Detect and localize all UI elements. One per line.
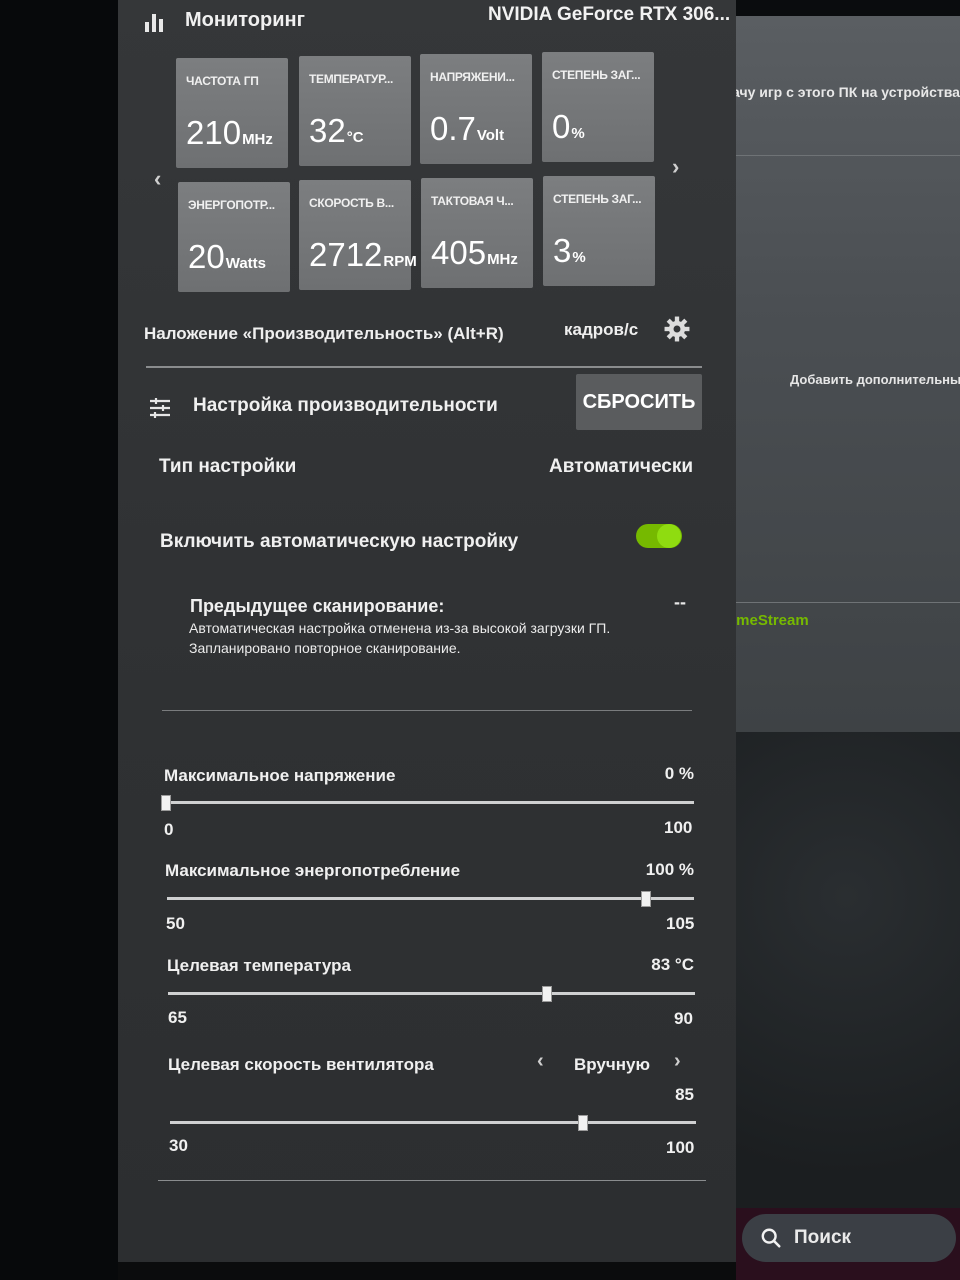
background-divider	[732, 602, 960, 603]
gear-icon[interactable]	[664, 316, 690, 342]
overlay-mode-value[interactable]: кадров/с	[564, 320, 638, 340]
target-temp-label: Целевая температура	[167, 956, 351, 975]
fan-speed-label: Целевая скорость вентилятора	[168, 1055, 434, 1074]
background-stream-text: ачу игр с этого ПК на устройства SH	[732, 84, 960, 100]
taskbar-search-box[interactable]: Поиск	[742, 1214, 956, 1262]
max-power-track[interactable]	[167, 897, 694, 900]
tile-label: ЧАСТОТА ГП	[186, 74, 259, 88]
tuning-type-label: Тип настройки	[159, 456, 297, 477]
scan-status: --	[674, 592, 686, 612]
tile-fan-speed[interactable]: СКОРОСТЬ В... 2712RPM	[299, 180, 417, 290]
section-divider	[146, 366, 702, 368]
chevron-right-icon[interactable]: ›	[672, 154, 679, 180]
tile-gpu-clock[interactable]: ЧАСТОТА ГП 210MHz	[176, 58, 288, 168]
desktop-background	[732, 732, 960, 1280]
chevron-left-icon[interactable]: ‹	[154, 166, 161, 192]
section-divider	[162, 710, 692, 711]
chevron-right-icon[interactable]: ›	[674, 1050, 681, 1073]
target-temp-slider-thumb[interactable]	[542, 986, 553, 1002]
tile-temperature[interactable]: ТЕМПЕРАТУР... 32°C	[299, 56, 411, 166]
tile-voltage[interactable]: НАПРЯЖЕНИ... 0.7Volt	[420, 54, 532, 164]
fan-speed-slider-thumb[interactable]	[578, 1115, 589, 1131]
background-top-strip	[732, 0, 960, 16]
section-divider	[158, 1180, 706, 1181]
overlay-label: Наложение «Производительность» (Alt+R)	[144, 324, 504, 343]
max-power-value: 100 %	[645, 860, 694, 879]
search-icon	[761, 1228, 781, 1248]
target-temp-min: 65	[168, 1008, 187, 1027]
fan-speed-value: 85	[675, 1085, 694, 1104]
max-voltage-track[interactable]	[166, 801, 694, 804]
gamestream-link[interactable]: imeStream	[732, 612, 809, 629]
tile-label: ЭНЕРГОПОТР...	[188, 198, 275, 212]
tile-value: 0.7Volt	[430, 110, 505, 147]
tile-label: НАПРЯЖЕНИ...	[430, 70, 515, 84]
screen-bezel	[0, 0, 118, 1280]
tile-value: 20Watts	[188, 238, 266, 275]
background-add-button[interactable]: Добавить дополнительны	[790, 372, 960, 387]
tuning-title: Настройка производительности	[193, 395, 498, 416]
fan-speed-max: 100	[666, 1138, 695, 1157]
tuning-type-value[interactable]: Автоматически	[549, 456, 693, 478]
auto-tune-label: Включить автоматическую настройку	[160, 531, 519, 552]
scan-message-line2: Запланировано повторное сканирование.	[189, 640, 461, 656]
target-temp-value: 83 °C	[651, 955, 694, 974]
max-power-slider-thumb[interactable]	[641, 891, 652, 907]
fan-mode-value[interactable]: Вручную	[574, 1055, 650, 1075]
max-power-max: 105	[666, 914, 695, 933]
max-voltage-value: 0 %	[664, 764, 694, 783]
background-window: ачу игр с этого ПК на устройства SH Доба…	[732, 0, 960, 1280]
tile-value: 2712RPM	[309, 236, 417, 273]
tile-label: ТАКТОВАЯ Ч...	[431, 194, 514, 208]
target-temp-max: 90	[674, 1009, 693, 1028]
scan-title: Предыдущее сканирование:	[190, 596, 445, 616]
bar-chart-icon	[145, 14, 163, 32]
max-voltage-label: Максимальное напряжение	[164, 766, 396, 785]
tile-value: 405MHz	[431, 234, 518, 271]
max-power-min: 50	[166, 914, 185, 933]
tile-memory-clock[interactable]: ТАКТОВАЯ Ч... 405MHz	[421, 178, 533, 288]
tile-label: СКОРОСТЬ В...	[309, 196, 394, 210]
tile-value: 0%	[552, 108, 585, 145]
tile-value: 3%	[553, 232, 586, 269]
tile-power[interactable]: ЭНЕРГОПОТР... 20Watts	[178, 182, 290, 292]
panel-bottom-edge	[118, 1262, 736, 1280]
target-temp-track[interactable]	[168, 992, 695, 995]
max-voltage-min: 0	[164, 820, 174, 839]
tile-label: СТЕПЕНЬ ЗАГ...	[552, 68, 641, 82]
monitoring-title: Мониторинг	[185, 9, 305, 31]
metric-tiles: ЧАСТОТА ГП 210MHz ТЕМПЕРАТУР... 32°C НАП…	[176, 52, 658, 294]
scan-message-line1: Автоматическая настройка отменена из-за …	[189, 620, 611, 636]
tile-label: СТЕПЕНЬ ЗАГ...	[553, 192, 642, 206]
fan-speed-min: 30	[169, 1136, 188, 1155]
chevron-left-icon[interactable]: ‹	[537, 1050, 544, 1073]
tile-label: ТЕМПЕРАТУР...	[309, 72, 394, 86]
fan-speed-track[interactable]	[170, 1121, 696, 1124]
tile-gpu-load[interactable]: СТЕПЕНЬ ЗАГ... 0%	[542, 52, 654, 162]
gpu-name: NVIDIA GeForce RTX 306...	[488, 4, 731, 25]
tile-load-2[interactable]: СТЕПЕНЬ ЗАГ... 3%	[543, 176, 655, 286]
tile-value: 32°C	[309, 112, 364, 149]
performance-panel: Мониторинг NVIDIA GeForce RTX 306... ‹ ›…	[118, 0, 736, 1280]
sliders-icon	[150, 398, 170, 418]
max-power-label: Максимальное энергопотребление	[165, 861, 461, 880]
max-voltage-slider-thumb[interactable]	[161, 795, 171, 811]
search-label: Поиск	[794, 1227, 852, 1248]
max-voltage-max: 100	[664, 818, 693, 837]
toggle-knob	[657, 524, 681, 548]
background-divider	[732, 155, 960, 156]
reset-button[interactable]: СБРОСИТЬ	[576, 374, 702, 430]
auto-tune-toggle[interactable]	[636, 524, 682, 548]
tile-value: 210MHz	[186, 114, 273, 151]
